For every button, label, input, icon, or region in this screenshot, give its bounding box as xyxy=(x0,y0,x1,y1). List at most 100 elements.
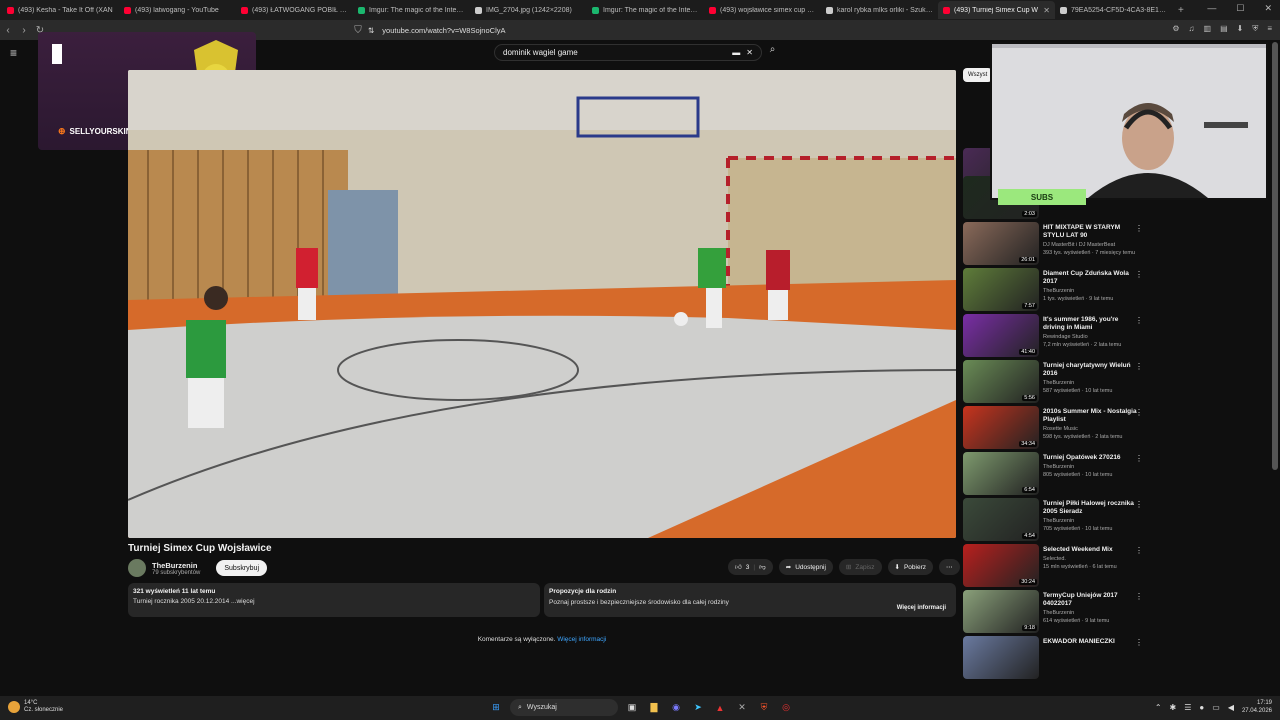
recommended-video[interactable]: 4:54 Turniej Piłki Halowej rocznika 2005 … xyxy=(963,498,1153,542)
browser-tab[interactable]: (493) Kesha - Take It Off (XAN xyxy=(2,1,119,19)
video-thumbnail[interactable] xyxy=(963,636,1039,679)
close-window-icon[interactable]: ✕ xyxy=(1264,3,1272,14)
recommended-video[interactable]: 5:56 Turniej charytatywny Wieluń 2016 TheB… xyxy=(963,360,1153,404)
search-icon[interactable]: ⌕ xyxy=(764,44,781,61)
recommended-title[interactable]: Turniej Opatówek 270216 xyxy=(1043,454,1137,462)
obs-icon[interactable]: ◎ xyxy=(778,700,794,716)
start-icon[interactable]: ⊞ xyxy=(488,700,504,716)
more-vert-icon[interactable]: ⋮ xyxy=(1135,362,1143,371)
clock[interactable]: 17:19 27.04.2026 xyxy=(1242,699,1272,715)
recommended-channel[interactable]: TheBurzenin xyxy=(1043,464,1074,470)
recommended-channel[interactable]: Selected. xyxy=(1043,556,1066,562)
tab-close-icon[interactable]: ✕ xyxy=(1043,6,1050,15)
wifi-icon[interactable]: ☰ xyxy=(1184,703,1191,712)
video-thumbnail[interactable]: 30:24 xyxy=(963,544,1039,587)
recommended-title[interactable]: It's summer 1986, you're driving in Miam… xyxy=(1043,316,1137,332)
browser-tab[interactable]: (493) Turniej Simex Cup W ✕ xyxy=(938,1,1055,19)
browser-tab[interactable]: IMG_2704.jpg (1242×2208) xyxy=(470,1,587,19)
recommended-title[interactable]: EKWADOR MANIECZKI xyxy=(1043,638,1137,646)
recommended-title[interactable]: Turniej charytatywny Wieluń 2016 xyxy=(1043,362,1137,378)
video-thumbnail[interactable]: 5:56 xyxy=(963,360,1039,403)
subscribe-button[interactable]: Subskrybuj xyxy=(216,560,268,576)
brave-icon[interactable]: ⛨ xyxy=(756,700,772,716)
more-vert-icon[interactable]: ⋮ xyxy=(1135,638,1143,647)
more-vert-icon[interactable]: ⋮ xyxy=(1135,270,1143,279)
terminal-icon[interactable]: ✕ xyxy=(734,700,750,716)
page-scrollbar[interactable] xyxy=(1272,42,1278,470)
video-thumbnail[interactable]: 6:54 xyxy=(963,452,1039,495)
browser-tab[interactable]: Imgur: The magic of the Internet xyxy=(587,1,704,19)
tray-chevron-icon[interactable]: ⌃ xyxy=(1155,703,1162,712)
more-vert-icon[interactable]: ⋮ xyxy=(1135,224,1143,233)
browser-tab[interactable]: 79EA5254-CF5D-4CA3-8E1B-86E0 xyxy=(1055,1,1172,19)
browser-tab[interactable]: karol rybka mlks orliki - Szukaj w xyxy=(821,1,938,19)
video-player[interactable] xyxy=(128,70,956,538)
share-button[interactable]: ➦ Udostępnij xyxy=(778,559,833,575)
recommended-channel[interactable]: DJ MasterBit i DJ MasterBeat xyxy=(1043,242,1115,248)
recommended-title[interactable]: Selected Weekend Mix xyxy=(1043,546,1137,554)
browser-tab[interactable]: (493) ŁATWOGANG POBIŁ REKOR xyxy=(236,1,353,19)
browser-tab[interactable]: Imgur: The magic of the Internet xyxy=(353,1,470,19)
recommended-title[interactable]: 2010s Summer Mix - Nostalgia Playlist xyxy=(1043,408,1137,424)
forward-icon[interactable]: › xyxy=(16,25,32,36)
recommended-video[interactable]: 6:54 Turniej Opatówek 270216 TheBurzenin 80… xyxy=(963,452,1153,496)
bluetooth-icon[interactable]: ✱ xyxy=(1170,703,1177,712)
menu-icon[interactable]: ≡ xyxy=(1267,24,1272,34)
video-thumbnail[interactable]: 26:01 xyxy=(963,222,1039,265)
site-info-icon[interactable]: ⇅ xyxy=(368,26,374,35)
display-icon[interactable]: ▭ xyxy=(1212,703,1220,712)
app-icon[interactable]: ➤ xyxy=(690,700,706,716)
more-actions-button[interactable]: ⋯ xyxy=(939,559,960,575)
comments-info-link[interactable]: Więcej informacji xyxy=(557,636,606,643)
maximize-icon[interactable]: ☐ xyxy=(1236,3,1244,14)
recommended-video[interactable]: 41:40 It's summer 1986, you're driving in… xyxy=(963,314,1153,358)
back-icon[interactable]: ‹ xyxy=(0,25,16,36)
wallet-icon[interactable]: ▤ xyxy=(1220,24,1228,34)
download-button[interactable]: ⬇ Pobierz xyxy=(887,559,934,575)
recommended-channel[interactable]: TheBurzenin xyxy=(1043,380,1074,386)
volume-icon[interactable]: ◀ xyxy=(1228,703,1234,712)
clear-search-icon[interactable]: ✕ xyxy=(746,48,753,57)
search-input[interactable]: dominik wagiel game ▬ ✕ xyxy=(494,44,762,61)
url-field[interactable]: ⇅ youtube.com/watch?v=W8SojnoClyA xyxy=(368,23,908,37)
recommended-video[interactable]: EKWADOR MANIECZKI ⋮ xyxy=(963,636,1153,680)
bookmark-icon[interactable]: ⛉ xyxy=(350,25,366,36)
description-box[interactable]: 321 wyświetleń 11 lat temu Turniej roczn… xyxy=(128,583,540,617)
more-vert-icon[interactable]: ⋮ xyxy=(1135,316,1143,325)
recommended-channel[interactable]: TheBurzenin xyxy=(1043,610,1074,616)
more-vert-icon[interactable]: ⋮ xyxy=(1135,500,1143,509)
recommended-channel[interactable]: Rewindage Studio xyxy=(1043,334,1088,340)
family-promo-link[interactable]: Więcej informacji xyxy=(897,605,946,611)
like-button[interactable]: 👍︎ 3 | 👎︎ xyxy=(728,559,773,575)
file-explorer-icon[interactable]: ▇ xyxy=(646,700,662,716)
video-thumbnail[interactable]: 34:34 xyxy=(963,406,1039,449)
filter-chip-all[interactable]: Wszyst xyxy=(963,68,993,82)
minimize-icon[interactable]: — xyxy=(1207,3,1216,14)
guide-menu-icon[interactable]: ≡ xyxy=(10,46,17,60)
recommended-channel[interactable]: Rosette Music xyxy=(1043,426,1078,432)
more-vert-icon[interactable]: ⋮ xyxy=(1135,454,1143,463)
media-icon[interactable]: ♫ xyxy=(1189,24,1195,34)
video-thumbnail[interactable]: 4:54 xyxy=(963,498,1039,541)
extensions-icon[interactable]: ⚙ xyxy=(1172,24,1179,34)
recommended-channel[interactable]: TheBurzenin xyxy=(1043,518,1074,524)
sidebar-icon[interactable]: ▥ xyxy=(1204,24,1212,34)
mic-icon[interactable]: ● xyxy=(1199,703,1204,712)
video-thumbnail[interactable]: 7:57 xyxy=(963,268,1039,311)
recommended-title[interactable]: Diament Cup Zduńska Wola 2017 xyxy=(1043,270,1137,286)
more-vert-icon[interactable]: ⋮ xyxy=(1135,408,1143,417)
channel-name[interactable]: TheBurzenin xyxy=(152,561,200,570)
recommended-video[interactable]: 30:24 Selected Weekend Mix Selected. 15 mln… xyxy=(963,544,1153,588)
thumb-down-icon[interactable]: 👎︎ xyxy=(759,563,766,571)
recommended-title[interactable]: TermyCup Uniejów 2017 04022017 xyxy=(1043,592,1137,608)
recommended-channel[interactable]: TheBurzenin xyxy=(1043,288,1074,294)
keyboard-icon[interactable]: ▬ xyxy=(732,48,740,57)
shield-icon[interactable]: ⛨ xyxy=(1252,24,1258,34)
weather-widget[interactable]: 14°C Cz. słonecznie xyxy=(8,700,63,714)
video-thumbnail[interactable]: 41:40 xyxy=(963,314,1039,357)
video-thumbnail[interactable]: 9:18 xyxy=(963,590,1039,633)
browser-tab[interactable]: (493) wojsławice simex cup - YouT xyxy=(704,1,821,19)
more-vert-icon[interactable]: ⋮ xyxy=(1135,592,1143,601)
recommended-title[interactable]: Turniej Piłki Halowej rocznika 2005 Sier… xyxy=(1043,500,1137,516)
channel-avatar[interactable] xyxy=(128,559,146,577)
